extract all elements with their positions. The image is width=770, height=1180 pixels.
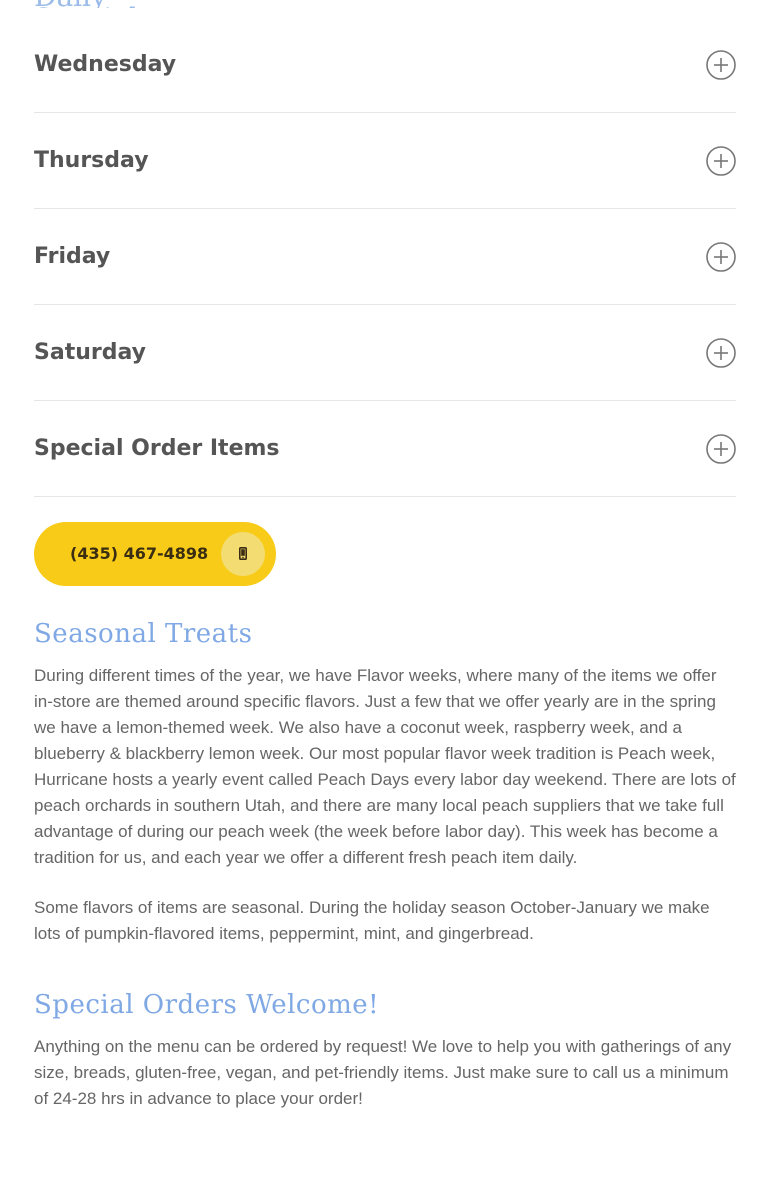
call-phone-button[interactable]: (435) 467-4898: [34, 522, 276, 586]
partial-section-heading: Daily Specials: [34, 0, 224, 8]
accordion-title[interactable]: Thursday: [34, 146, 149, 176]
seasonal-paragraph-2: Some flavors of items are seasonal. Duri…: [34, 898, 710, 943]
phone-number-label: (435) 467-4898: [70, 544, 209, 563]
plus-circle-icon[interactable]: [706, 242, 736, 272]
special-orders-heading: Special Orders Welcome!: [34, 990, 380, 1020]
special-orders-paragraph: Anything on the menu can be ordered by r…: [34, 1037, 732, 1108]
accordion-item-thursday[interactable]: Thursday: [34, 113, 736, 209]
plus-circle-icon[interactable]: [706, 50, 736, 80]
accordion-item-friday[interactable]: Friday: [34, 209, 736, 305]
plus-circle-icon[interactable]: [706, 338, 736, 368]
accordion-title[interactable]: Friday: [34, 242, 110, 272]
accordion-item-saturday[interactable]: Saturday: [34, 305, 736, 401]
seasonal-paragraph-1: During different times of the year, we h…: [34, 666, 736, 867]
accordion-title[interactable]: Wednesday: [34, 50, 176, 80]
accordion-item-wednesday[interactable]: Wednesday: [34, 17, 736, 113]
accordion-title[interactable]: Special Order Items: [34, 434, 280, 464]
accordion-title[interactable]: Saturday: [34, 338, 146, 368]
plus-circle-icon[interactable]: [706, 146, 736, 176]
partial-heading-text: Daily Specials: [34, 0, 224, 8]
mobile-phone-icon: [239, 547, 247, 560]
plus-circle-icon[interactable]: [706, 434, 736, 464]
phone-icon-badge: [221, 532, 265, 576]
accordion-item-special-order-items[interactable]: Special Order Items: [34, 401, 736, 497]
seasonal-treats-heading: Seasonal Treats: [34, 619, 253, 649]
menu-accordion: Wednesday Thursday Friday Saturday Speci…: [34, 17, 736, 497]
